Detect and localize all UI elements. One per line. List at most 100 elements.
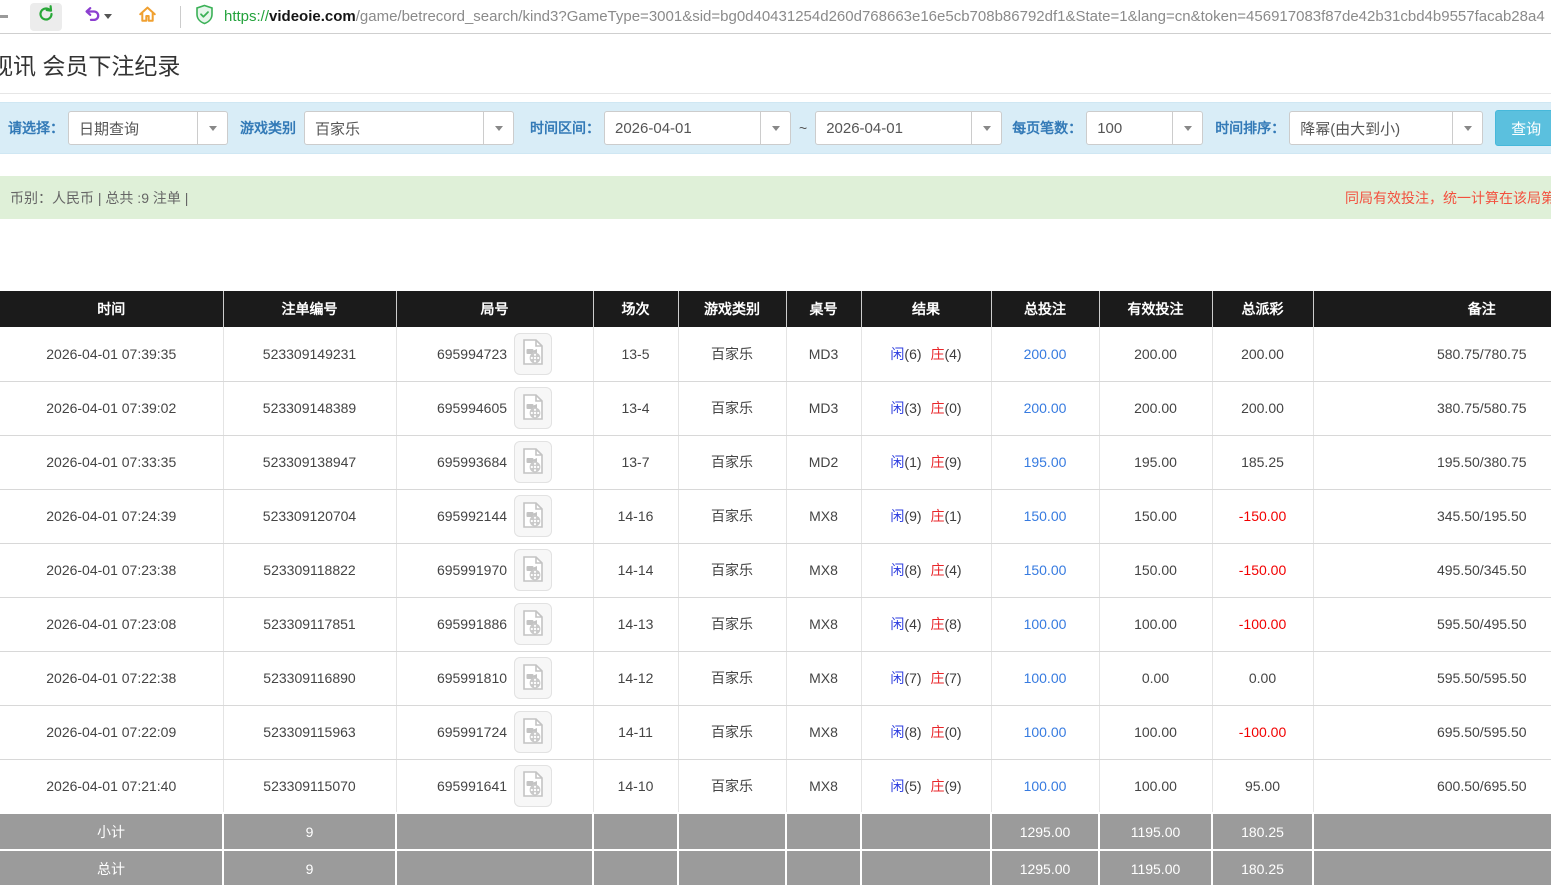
result-player-label: 闲 [890, 346, 904, 362]
video-replay-button[interactable] [514, 441, 552, 483]
cell-time: 2026-04-01 07:24:39 [0, 489, 223, 543]
cell-session: 14-14 [593, 543, 678, 597]
video-replay-button[interactable] [514, 603, 552, 645]
col-total-bet: 总投注 [991, 291, 1099, 327]
cell-result: 闲(7) 庄(7) [861, 651, 991, 705]
chevron-down-icon[interactable] [1452, 112, 1482, 144]
chevron-down-icon[interactable] [1172, 112, 1202, 144]
search-button[interactable]: 查询 [1495, 110, 1551, 146]
result-banker-label: 庄 [930, 778, 944, 794]
game-type-select[interactable]: 百家乐 [304, 111, 514, 145]
cell-round-id: 695991810 [396, 651, 593, 705]
reload-button[interactable] [30, 3, 62, 31]
video-replay-icon [521, 501, 545, 532]
query-type-select[interactable]: 日期查询 [68, 111, 228, 145]
result-player-label: 闲 [890, 454, 904, 470]
cell-game: 百家乐 [678, 435, 786, 489]
round-id-text: 695994723 [437, 346, 507, 362]
cell-valid-bet: 0.00 [1099, 651, 1212, 705]
cell-table-no: MX8 [786, 597, 861, 651]
cell-game: 百家乐 [678, 597, 786, 651]
video-replay-icon [521, 393, 545, 424]
result-banker-value: (1) [944, 508, 961, 524]
round-id-text: 695992144 [437, 508, 507, 524]
col-valid-bet: 有效投注 [1099, 291, 1212, 327]
video-replay-button[interactable] [514, 495, 552, 537]
cell-session: 14-16 [593, 489, 678, 543]
cell-result: 闲(6) 庄(4) [861, 327, 991, 381]
result-player-value: (1) [904, 454, 921, 470]
chevron-down-icon[interactable] [971, 112, 1001, 144]
address-bar[interactable]: https://videoie.com/game/betrecord_searc… [195, 4, 1545, 30]
video-replay-button[interactable] [514, 549, 552, 591]
subtotal-count: 9 [223, 813, 396, 850]
cell-time: 2026-04-01 07:39:02 [0, 381, 223, 435]
cell-total-bet-link[interactable]: 100.00 [991, 705, 1099, 759]
url-protocol: https:// [224, 8, 269, 25]
cell-game: 百家乐 [678, 327, 786, 381]
result-player-value: (5) [904, 778, 921, 794]
video-replay-button[interactable] [514, 333, 552, 375]
cell-bet-id: 523309120704 [223, 489, 396, 543]
url-domain: videoie.com [269, 8, 356, 25]
cell-result: 闲(1) 庄(9) [861, 435, 991, 489]
cell-session: 13-5 [593, 327, 678, 381]
table-header-row: 时间 注单编号 局号 场次 游戏类别 桌号 结果 总投注 有效投注 总派彩 备注 [0, 291, 1551, 327]
col-round-id: 局号 [396, 291, 593, 327]
cell-result: 闲(8) 庄(4) [861, 543, 991, 597]
undo-menu-caret-icon[interactable] [104, 14, 112, 19]
result-player-value: (7) [904, 670, 921, 686]
cell-total-bet-link[interactable]: 150.00 [991, 543, 1099, 597]
cell-bet-id: 523309117851 [223, 597, 396, 651]
cell-payout: 95.00 [1212, 759, 1313, 813]
table-row: 2026-04-01 07:22:38 523309116890 6959918… [0, 651, 1551, 705]
cell-valid-bet: 150.00 [1099, 543, 1212, 597]
cell-total-bet-link[interactable]: 150.00 [991, 489, 1099, 543]
cell-total-bet-link[interactable]: 200.00 [991, 327, 1099, 381]
undo-button[interactable] [76, 3, 119, 31]
sort-label: 时间排序： [1215, 118, 1285, 138]
cell-total-bet-link[interactable]: 200.00 [991, 381, 1099, 435]
page-size-select[interactable]: 100 [1086, 111, 1203, 145]
chevron-down-icon[interactable] [760, 112, 790, 144]
cell-game: 百家乐 [678, 489, 786, 543]
cell-bet-id: 523309116890 [223, 651, 396, 705]
result-banker-label: 庄 [930, 400, 944, 416]
cell-total-bet-link[interactable]: 100.00 [991, 651, 1099, 705]
cell-game: 百家乐 [678, 705, 786, 759]
video-replay-button[interactable] [514, 765, 552, 807]
cell-round-id: 695991886 [396, 597, 593, 651]
cell-table-no: MX8 [786, 651, 861, 705]
date-to-input[interactable]: 2026-04-01 [815, 111, 1002, 145]
cell-total-bet-link[interactable]: 100.00 [991, 597, 1099, 651]
table-row: 2026-04-01 07:39:02 523309148389 6959946… [0, 381, 1551, 435]
date-from-input[interactable]: 2026-04-01 [604, 111, 791, 145]
video-replay-icon [521, 555, 545, 586]
chevron-down-icon[interactable] [197, 112, 227, 144]
chevron-down-icon[interactable] [483, 112, 513, 144]
col-time: 时间 [0, 291, 223, 327]
video-replay-icon [521, 770, 545, 801]
cell-result: 闲(9) 庄(1) [861, 489, 991, 543]
result-player-label: 闲 [890, 724, 904, 740]
cell-session: 14-12 [593, 651, 678, 705]
url-text[interactable]: https://videoie.com/game/betrecord_searc… [224, 8, 1545, 25]
cell-total-bet-link[interactable]: 195.00 [991, 435, 1099, 489]
cell-round-id: 695993684 [396, 435, 593, 489]
col-payout: 总派彩 [1212, 291, 1313, 327]
video-replay-button[interactable] [514, 711, 552, 753]
result-player-value: (8) [904, 724, 921, 740]
video-replay-button[interactable] [514, 657, 552, 699]
cell-bet-id: 523309149231 [223, 327, 396, 381]
cell-note: 380.75/580.75 [1313, 381, 1551, 435]
cell-payout: 185.25 [1212, 435, 1313, 489]
col-session: 场次 [593, 291, 678, 327]
cell-total-bet-link[interactable]: 100.00 [991, 759, 1099, 813]
cell-valid-bet: 195.00 [1099, 435, 1212, 489]
home-button[interactable] [131, 3, 164, 31]
subtotal-payout: 180.25 [1212, 813, 1313, 850]
sort-select[interactable]: 降幂(由大到小) [1289, 111, 1483, 145]
video-replay-button[interactable] [514, 387, 552, 429]
cell-game: 百家乐 [678, 381, 786, 435]
shield-icon [195, 4, 214, 30]
